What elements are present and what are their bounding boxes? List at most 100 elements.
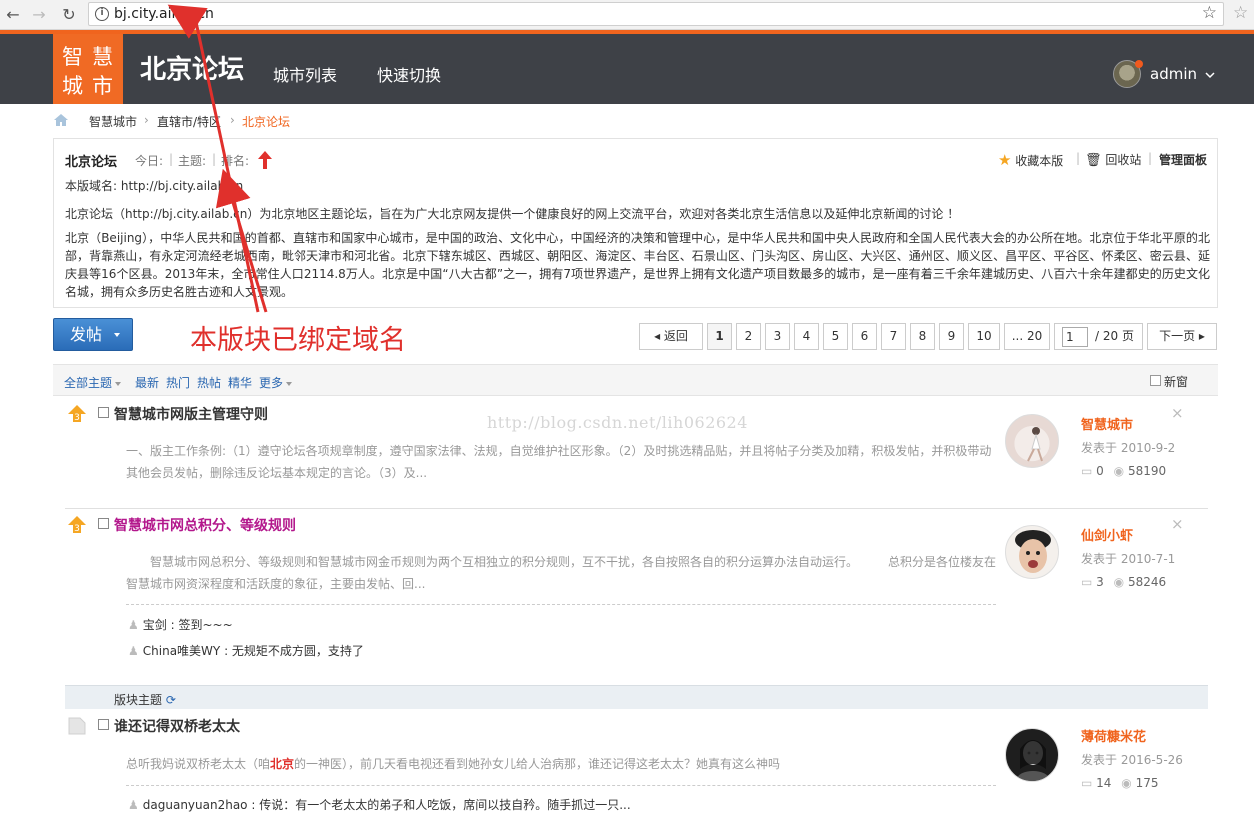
pager-page-1[interactable]: 1 bbox=[707, 323, 732, 350]
divider: | bbox=[1148, 151, 1153, 165]
thread-author[interactable]: 仙剑小虾 bbox=[1081, 525, 1133, 544]
reply-user[interactable]: China唯美WY bbox=[143, 644, 220, 658]
filter-more-label: 更多 bbox=[259, 376, 284, 390]
caret-down-icon bbox=[115, 381, 122, 386]
close-icon[interactable]: × bbox=[1171, 515, 1184, 533]
refresh-icon[interactable]: ⟳ bbox=[166, 693, 176, 707]
view-count: 58246 bbox=[1127, 575, 1167, 589]
author-avatar[interactable] bbox=[1005, 728, 1059, 782]
pager-next-label: 下一页 bbox=[1159, 329, 1196, 343]
reply-count-icon: ▭ bbox=[1081, 464, 1093, 478]
reply-count: 3 bbox=[1096, 575, 1104, 589]
user-icon: ♟ bbox=[128, 644, 139, 658]
logo-char: 城 bbox=[62, 74, 83, 98]
favorite-forum-label: 收藏本版 bbox=[1015, 154, 1064, 168]
bookmark-star-icon[interactable]: ☆ bbox=[1202, 3, 1217, 23]
pager-page-10[interactable]: 10 bbox=[968, 323, 1000, 350]
thread-author[interactable]: 智慧城市 bbox=[1081, 414, 1133, 433]
new-window-checkbox[interactable] bbox=[1150, 375, 1161, 386]
user-menu[interactable]: admin bbox=[1150, 65, 1215, 83]
home-icon[interactable] bbox=[53, 113, 69, 127]
site-title[interactable]: 北京论坛 bbox=[140, 49, 244, 86]
thread-excerpt: 智慧城市网总积分、等级规则和智慧城市网金币规则为两个互相独立的积分规则，互不干扰… bbox=[126, 555, 997, 591]
face-photo-icon bbox=[1015, 530, 1051, 573]
author-avatar[interactable] bbox=[1005, 525, 1059, 579]
forward-icon[interactable]: → bbox=[28, 4, 50, 26]
filter-latest[interactable]: 最新 bbox=[135, 374, 159, 391]
close-icon[interactable]: × bbox=[1171, 404, 1184, 422]
pager-page-3[interactable]: 3 bbox=[765, 323, 790, 350]
topics-label: 主题: bbox=[178, 154, 207, 168]
nav-city-list[interactable]: 城市列表 bbox=[273, 62, 337, 86]
today-label: 今日: bbox=[135, 154, 164, 168]
filter-digest[interactable]: 精华 bbox=[228, 374, 252, 391]
url-text[interactable]: bj.city.ailab.cn bbox=[114, 6, 214, 22]
forum-threads-section: 版块主题 ⟳ bbox=[65, 685, 1208, 709]
reload-icon[interactable]: ↻ bbox=[58, 4, 80, 26]
thread-title[interactable]: 谁还记得双桥老太太 bbox=[114, 716, 240, 736]
domain-bound-annotation: 本版块已绑定域名 bbox=[190, 325, 406, 356]
divider: | bbox=[212, 152, 217, 166]
reply-divider bbox=[126, 604, 996, 605]
thread-title[interactable]: 智慧城市网版主管理守则 bbox=[114, 404, 268, 424]
thread-checkbox[interactable] bbox=[98, 719, 109, 730]
reply-count: 14 bbox=[1096, 776, 1112, 790]
thread-author[interactable]: 薄荷糠米花 bbox=[1081, 726, 1146, 745]
reply-item: ♟ daguanyuan2hao : 传说：有一个老太太的弟子和人吃饭，席间以技自… bbox=[128, 798, 631, 812]
normal-thread-icon bbox=[68, 717, 86, 735]
pager-page-20[interactable]: ... 20 bbox=[1004, 323, 1050, 350]
filter-more[interactable]: 更多 bbox=[259, 374, 293, 391]
filter-hot[interactable]: 热门 bbox=[166, 374, 190, 391]
address-bar[interactable]: i bj.city.ailab.cn ☆ bbox=[88, 2, 1224, 26]
site-header: 智 慧 城 市 北京论坛 城市列表 快速切换 admin bbox=[0, 34, 1254, 104]
breadcrumb-separator: › bbox=[144, 113, 149, 127]
divider: | bbox=[169, 152, 174, 166]
reply-user[interactable]: daguanyuan2hao bbox=[143, 798, 248, 812]
caret-down-icon bbox=[286, 381, 293, 386]
rank-up-arrow-icon bbox=[258, 151, 272, 169]
pager-page-7[interactable]: 7 bbox=[881, 323, 906, 350]
pager-page-4[interactable]: 4 bbox=[794, 323, 819, 350]
logo-char: 市 bbox=[92, 74, 113, 98]
filter-all-topics[interactable]: 全部主题 bbox=[64, 374, 122, 391]
pager-page-5[interactable]: 5 bbox=[823, 323, 848, 350]
site-logo[interactable]: 智 慧 城 市 bbox=[53, 34, 123, 104]
thread-divider bbox=[65, 508, 1208, 509]
pager-jump: 1 / 20 页 bbox=[1054, 323, 1143, 350]
reply-user[interactable]: 宝剑 bbox=[143, 618, 167, 632]
breadcrumb-municipality[interactable]: 直辖市/特区 bbox=[157, 113, 221, 130]
reply-count-icon: ▭ bbox=[1081, 575, 1093, 589]
filter-hot-posts[interactable]: 热帖 bbox=[197, 374, 221, 391]
favorite-forum-button[interactable]: ★ 收藏本版 bbox=[998, 151, 1063, 169]
thread-row: 谁还记得双桥老太太 总听我妈说双桥老太太（咱北京的一神医），前几天看电视还看到她… bbox=[53, 716, 1218, 822]
view-count-icon: ◉ bbox=[1113, 464, 1125, 478]
pager-page-6[interactable]: 6 bbox=[852, 323, 877, 350]
view-count: 58190 bbox=[1127, 464, 1167, 478]
back-icon[interactable]: ← bbox=[2, 4, 24, 26]
thread-checkbox[interactable] bbox=[98, 407, 109, 418]
pager-next-button[interactable]: 下一页 ▸ bbox=[1147, 323, 1217, 350]
pager-page-9[interactable]: 9 bbox=[939, 323, 964, 350]
page-number-input[interactable]: 1 bbox=[1062, 327, 1088, 347]
forum-domain: 本版域名: http://bj.city.ailab.cn bbox=[65, 179, 244, 193]
author-avatar[interactable] bbox=[1005, 414, 1059, 468]
recycle-bin-button[interactable]: 🗑 回收站 bbox=[1085, 151, 1141, 168]
info-icon[interactable]: i bbox=[95, 7, 109, 21]
thread-checkbox[interactable] bbox=[98, 518, 109, 529]
pager-page-8[interactable]: 8 bbox=[910, 323, 935, 350]
section-label: 版块主题 ⟳ bbox=[114, 691, 176, 708]
breadcrumb-current[interactable]: 北京论坛 bbox=[242, 113, 290, 130]
rank-label: 排名: bbox=[221, 154, 250, 168]
pager-back-button[interactable]: ◂ 返回 bbox=[639, 323, 703, 350]
admin-panel-link[interactable]: 管理面板 bbox=[1159, 151, 1207, 168]
thread-title[interactable]: 智慧城市网总积分、等级规则 bbox=[114, 515, 296, 535]
new-post-button[interactable]: 发帖 bbox=[53, 318, 133, 351]
reply-text: 无规矩不成方圆，支持了 bbox=[231, 644, 364, 658]
extension-star-icon[interactable]: ☆ bbox=[1233, 3, 1248, 23]
forum-title: 北京论坛 bbox=[65, 155, 118, 170]
portrait-photo-icon bbox=[1017, 740, 1049, 781]
pager-page-2[interactable]: 2 bbox=[736, 323, 761, 350]
breadcrumb-smart-city[interactable]: 智慧城市 bbox=[89, 113, 137, 130]
thread-excerpt: 总听我妈说双桥老太太（咱北京的一神医），前几天看电视还看到她孙女儿给人治病那，谁… bbox=[126, 753, 996, 775]
nav-quick-switch[interactable]: 快速切换 bbox=[377, 62, 441, 86]
